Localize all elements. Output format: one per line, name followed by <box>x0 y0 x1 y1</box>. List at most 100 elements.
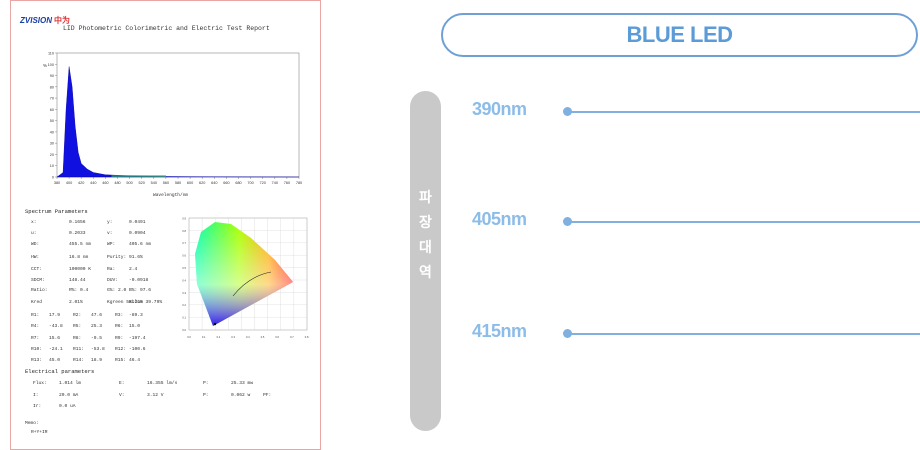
param-cell: 18.9 <box>91 358 103 363</box>
vertical-label-char: 파 <box>419 190 432 206</box>
connector-line <box>570 220 920 223</box>
x-tick-label: 660 <box>223 181 229 185</box>
y-axis-label: % <box>43 63 47 68</box>
y-tick-label: 70 <box>50 97 54 101</box>
elec-cell: 0.062 w <box>231 393 251 398</box>
y-tick-label: 30 <box>50 142 54 146</box>
cie-y-tick: 0.4 <box>182 278 186 282</box>
vertical-label-char: 장 <box>419 215 432 231</box>
elec-cell: Flux: <box>33 381 47 386</box>
param-cell: -24.1 <box>49 347 63 352</box>
x-tick-label: 580 <box>175 181 181 185</box>
x-axis-label: Wavelength/nm <box>153 193 189 198</box>
param-cell: 16.8 nm <box>69 255 89 260</box>
wavelength-row-390: 390nm <box>472 99 920 123</box>
spectrum-parameters-heading: Spectrum Parameters <box>25 208 88 215</box>
param-cell: WD: <box>31 242 40 247</box>
param-cell: 15.6 <box>49 336 61 341</box>
param-cell: G%: 2.0 <box>107 288 127 293</box>
cie-x-tick: 0.5 <box>261 335 265 339</box>
param-cell: R2: <box>73 313 82 318</box>
connector-line <box>570 110 920 113</box>
x-tick-label: 600 <box>187 181 193 185</box>
param-cell: -9.5 <box>91 336 103 341</box>
wavelength-row-405: 405nm <box>472 209 920 233</box>
param-cell: 148.44 <box>69 278 86 283</box>
param-cell: x: <box>31 220 37 225</box>
x-tick-label: 540 <box>151 181 157 185</box>
elec-cell: 3.12 V <box>147 393 164 398</box>
param-cell: 455.5 nm <box>69 242 92 247</box>
param-cell: 405.6 nm <box>129 242 152 247</box>
param-cell: 46.4 <box>129 358 141 363</box>
elec-cell: 25.33 mw <box>231 381 254 386</box>
x-tick-label: 680 <box>235 181 241 185</box>
param-cell: 15.0 <box>129 324 141 329</box>
param-cell: u: <box>31 231 37 236</box>
y-tick-label: 80 <box>50 85 54 89</box>
x-tick-label: 780 <box>296 181 302 185</box>
param-cell: -0.0918 <box>129 278 149 283</box>
x-tick-label: 500 <box>126 181 132 185</box>
x-tick-label: 720 <box>260 181 266 185</box>
param-cell: HW: <box>31 255 40 260</box>
param-cell: 17.9 <box>49 313 61 318</box>
param-cell: R4: <box>31 324 40 329</box>
x-tick-label: 640 <box>211 181 217 185</box>
cie-y-tick: 0.6 <box>182 254 186 258</box>
vertical-label-char: 역 <box>419 265 432 281</box>
cie-x-tick: 0.4 <box>246 335 250 339</box>
param-cell: -100.6 <box>129 347 146 352</box>
param-cell: 45.0 <box>49 358 61 363</box>
param-cell: 0.0904 <box>129 231 146 236</box>
memo-value: R+Y+IR <box>31 430 48 435</box>
param-cell: -53.8 <box>91 347 105 352</box>
test-report-page: ZVISION 中为 LID Photometric Colorimetric a… <box>10 0 321 450</box>
elec-cell: Ir: <box>33 404 42 409</box>
y-tick-label: 100 <box>48 63 54 67</box>
param-cell: R6: <box>115 324 124 329</box>
param-cell: v: <box>107 231 113 236</box>
memo-label: Memo: <box>25 421 39 426</box>
y-tick-label: 0 <box>52 176 54 180</box>
param-cell: R1: <box>31 313 40 318</box>
param-cell: 100000 K <box>69 267 92 272</box>
param-cell: y: <box>107 220 113 225</box>
param-cell: CCT: <box>31 267 43 272</box>
wavelength-label: 415nm <box>472 321 527 341</box>
cie-x-tick: 0.1 <box>202 335 206 339</box>
elec-cell: 0.0 uA <box>59 404 76 409</box>
param-cell: 2.01% <box>69 300 83 305</box>
param-cell: R7: <box>31 336 40 341</box>
electrical-parameters-heading: Electrical parameters <box>25 368 95 375</box>
param-cell: DUV: <box>107 278 119 283</box>
param-cell: Ra: <box>107 267 116 272</box>
param-cell: Kred <box>31 300 43 305</box>
wavelength-row-415: 415nm <box>472 321 920 345</box>
wavelength-label: 405nm <box>472 209 527 229</box>
cie-y-tick: 0.2 <box>182 303 186 307</box>
elec-cell: 16.355 lm/s <box>147 381 178 386</box>
param-cell: -89.3 <box>129 313 143 318</box>
spectrum-chart: 0 10 20 30 40 50 60 70 80 90 100 110% 380 400 420 440 46… <box>43 52 302 186</box>
y-tick-label: 20 <box>50 153 54 157</box>
x-tick-label: 760 <box>284 181 290 185</box>
param-cell: -197.4 <box>129 336 146 341</box>
y-tick-label: 110 <box>48 52 54 56</box>
elec-cell: P: <box>203 381 209 386</box>
param-cell: R10: <box>31 347 43 352</box>
cie-y-tick: 0.8 <box>182 229 186 233</box>
param-cell: R%: 0.4 <box>69 288 89 293</box>
param-cell: 25.3 <box>91 324 103 329</box>
param-cell: 2.4 <box>129 267 138 272</box>
y-tick-label: 90 <box>50 74 54 78</box>
param-cell: Kblue 39.79% <box>129 300 163 305</box>
x-tick-label: 440 <box>90 181 96 185</box>
vertical-label-char: 대 <box>419 240 432 256</box>
param-cell: 0.2033 <box>69 231 86 236</box>
param-cell: R15: <box>115 358 127 363</box>
x-tick-label: 380 <box>54 181 60 185</box>
wavelength-band-pill: 파장대역 <box>410 91 441 431</box>
x-tick-label: 420 <box>78 181 84 185</box>
elec-cell: 1.014 lm <box>59 381 82 386</box>
